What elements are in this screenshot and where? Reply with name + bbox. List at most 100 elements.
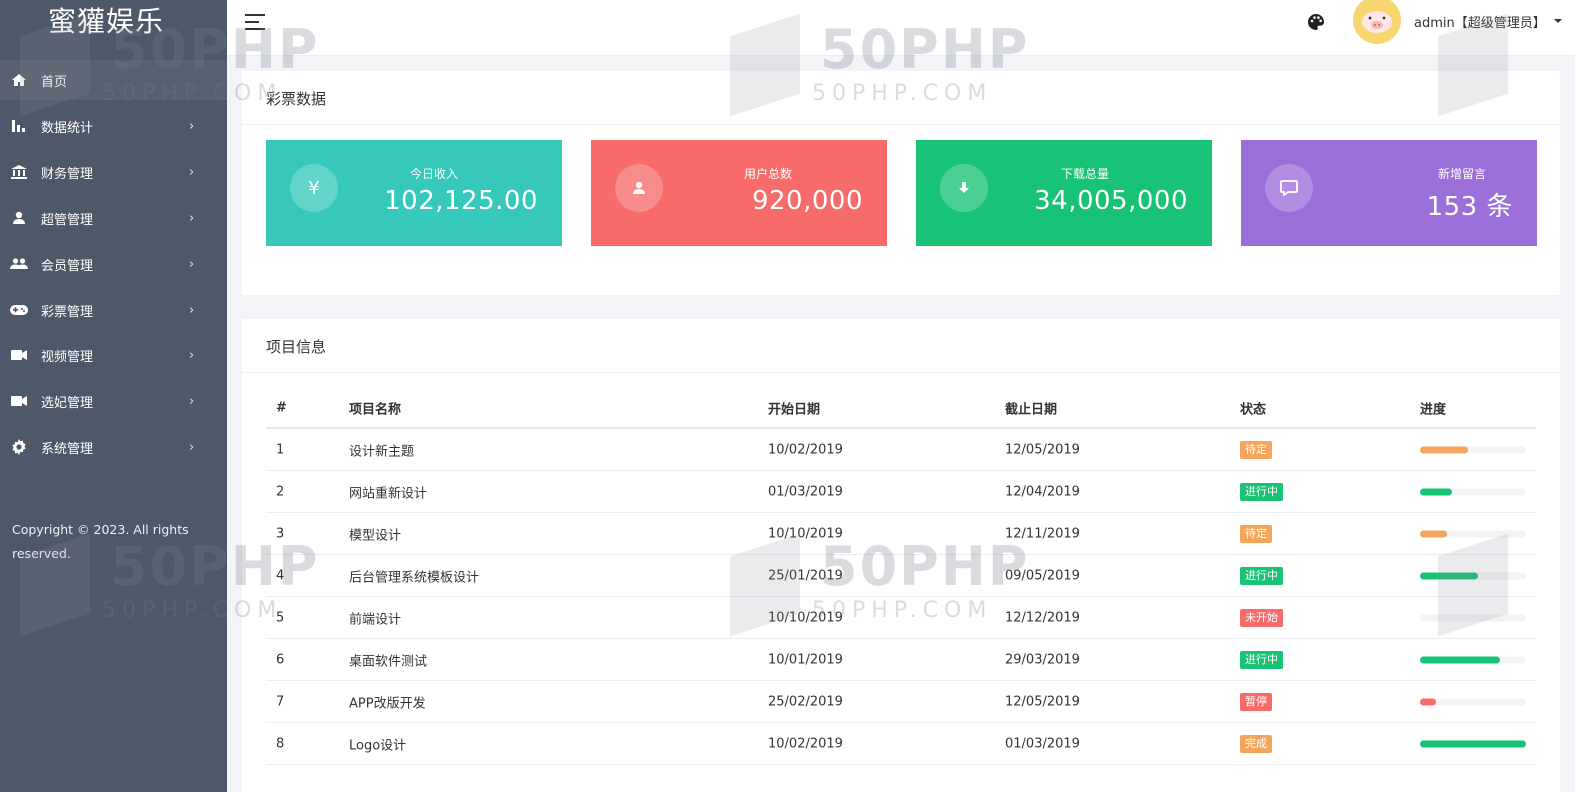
sidebar-item[interactable]: 系统管理 › xyxy=(0,427,227,467)
sidebar-item-label: 视频管理 xyxy=(41,349,94,365)
palette-icon[interactable] xyxy=(1306,12,1326,32)
comment-icon xyxy=(1265,164,1313,212)
cell-progress xyxy=(1420,740,1526,747)
sidebar-item[interactable]: 彩票管理 › xyxy=(0,290,227,330)
progress-bar xyxy=(1420,740,1526,747)
download-icon xyxy=(940,164,988,212)
table-body: 1 设计新主题 10/02/2019 12/05/2019 待定 2 网站重新设计 01/03… xyxy=(266,429,1536,765)
cell-name: 桌面软件测试 xyxy=(349,654,428,669)
cell-no: 8 xyxy=(276,736,285,751)
cell-no: 2 xyxy=(276,484,285,499)
stat-card[interactable]: 用户总数 920,000 xyxy=(591,140,887,246)
cell-end: 12/05/2019 xyxy=(1005,694,1080,709)
cell-name: 前端设计 xyxy=(349,612,402,627)
pig-avatar-icon xyxy=(1362,11,1392,33)
users-icon xyxy=(10,255,28,273)
sidebar-item-label: 超管管理 xyxy=(41,212,94,228)
status-badge: 未开始 xyxy=(1240,608,1283,627)
stat-label: 用户总数 xyxy=(743,167,792,181)
cell-no: 3 xyxy=(276,526,285,541)
sidebar-item-label: 系统管理 xyxy=(41,441,94,457)
sidebar: 蜜獾娱乐 首页 数据统计 › 财务管理 › 超管管理 › 会员管理 › 彩票管理 › 视频管理 › 选妃管… xyxy=(0,0,227,792)
chevron-right-icon: › xyxy=(189,302,195,318)
sidebar-item-label: 彩票管理 xyxy=(41,304,94,320)
table-row: 1 设计新主题 10/02/2019 12/05/2019 待定 xyxy=(266,429,1536,471)
chevron-right-icon: › xyxy=(189,210,195,226)
chevron-right-icon: › xyxy=(189,256,195,272)
status-badge: 进行中 xyxy=(1240,566,1283,585)
cell-start: 01/03/2019 xyxy=(768,484,843,499)
avatar[interactable] xyxy=(1353,0,1401,44)
column-header: # xyxy=(276,400,287,415)
progress-bar xyxy=(1420,656,1526,663)
stat-value: 102,125.00 xyxy=(384,186,538,216)
chevron-down-icon[interactable] xyxy=(1554,19,1562,23)
stat-value: 34,005,000 xyxy=(1034,186,1188,216)
sidebar-item[interactable]: 数据统计 › xyxy=(0,106,227,146)
cell-status: 进行中 xyxy=(1240,566,1283,585)
progress-fill xyxy=(1420,446,1468,453)
column-header: 项目名称 xyxy=(349,402,402,417)
progress-fill xyxy=(1420,530,1447,537)
progress-fill xyxy=(1420,698,1436,705)
cell-progress xyxy=(1420,530,1526,537)
status-badge: 完成 xyxy=(1240,734,1272,753)
cell-end: 01/03/2019 xyxy=(1005,736,1080,751)
status-badge: 待定 xyxy=(1240,440,1272,459)
stat-label: 新增留言 xyxy=(1437,167,1486,181)
video-camera-icon xyxy=(10,346,28,364)
sidebar-item[interactable]: 财务管理 › xyxy=(0,152,227,192)
chevron-right-icon: › xyxy=(189,118,195,134)
cell-progress xyxy=(1420,656,1526,663)
chevron-right-icon: › xyxy=(189,164,195,180)
cell-no: 1 xyxy=(276,442,285,457)
sidebar-item[interactable]: 会员管理 › xyxy=(0,244,227,284)
chevron-right-icon: › xyxy=(189,347,195,363)
table-row: 6 桌面软件测试 10/01/2019 29/03/2019 进行中 xyxy=(266,639,1536,681)
table-row: 2 网站重新设计 01/03/2019 12/04/2019 进行中 xyxy=(266,471,1536,513)
divider xyxy=(242,124,1560,125)
chevron-right-icon: › xyxy=(189,439,195,455)
cell-start: 10/02/2019 xyxy=(768,442,843,457)
panel-title: 项目信息 xyxy=(266,338,327,356)
table-row: 8 Logo设计 10/02/2019 01/03/2019 完成 xyxy=(266,723,1536,765)
stat-card[interactable]: 新增留言 153 条 xyxy=(1241,140,1537,246)
cell-end: 12/12/2019 xyxy=(1005,610,1080,625)
stat-card[interactable]: ¥ 今日收入 102,125.00 xyxy=(266,140,562,246)
cell-no: 5 xyxy=(276,610,285,625)
bar-chart-icon xyxy=(10,117,28,135)
sidebar-item-label: 财务管理 xyxy=(41,166,94,182)
progress-bar xyxy=(1420,446,1526,453)
cell-start: 25/02/2019 xyxy=(768,694,843,709)
sidebar-item[interactable]: 超管管理 › xyxy=(0,198,227,238)
sidebar-item[interactable]: 视频管理 › xyxy=(0,335,227,375)
sidebar-item-label: 会员管理 xyxy=(41,258,94,274)
stat-label: 今日收入 xyxy=(409,167,458,181)
user-icon xyxy=(615,164,663,212)
progress-bar xyxy=(1420,698,1526,705)
cell-status: 待定 xyxy=(1240,524,1272,543)
progress-fill xyxy=(1420,656,1500,663)
status-badge: 进行中 xyxy=(1240,650,1283,669)
user-icon xyxy=(10,209,28,227)
sidebar-item[interactable]: 选妃管理 › xyxy=(0,381,227,421)
progress-bar xyxy=(1420,530,1526,537)
cell-status: 进行中 xyxy=(1240,482,1283,501)
column-header: 截止日期 xyxy=(1005,402,1058,417)
stat-label: 下载总量 xyxy=(1060,167,1109,181)
stat-card[interactable]: 下载总量 34,005,000 xyxy=(916,140,1212,246)
column-header: 进度 xyxy=(1420,402,1447,417)
cell-name: Logo设计 xyxy=(349,738,407,753)
cell-name: 网站重新设计 xyxy=(349,486,428,501)
video-camera-icon xyxy=(10,392,28,410)
cell-progress xyxy=(1420,698,1526,705)
menu-toggle-icon[interactable] xyxy=(245,14,265,30)
yen-icon: ¥ xyxy=(290,164,338,212)
chevron-right-icon: › xyxy=(189,393,195,409)
column-header: 开始日期 xyxy=(768,402,821,417)
cell-progress xyxy=(1420,446,1526,453)
table-header-row: # 项目名称 开始日期 截止日期 状态 进度 xyxy=(266,388,1536,429)
table-row: 5 前端设计 10/10/2019 12/12/2019 未开始 xyxy=(266,597,1536,639)
gamepad-icon xyxy=(10,301,28,319)
table-row: 4 后台管理系统模板设计 25/01/2019 09/05/2019 进行中 xyxy=(266,555,1536,597)
